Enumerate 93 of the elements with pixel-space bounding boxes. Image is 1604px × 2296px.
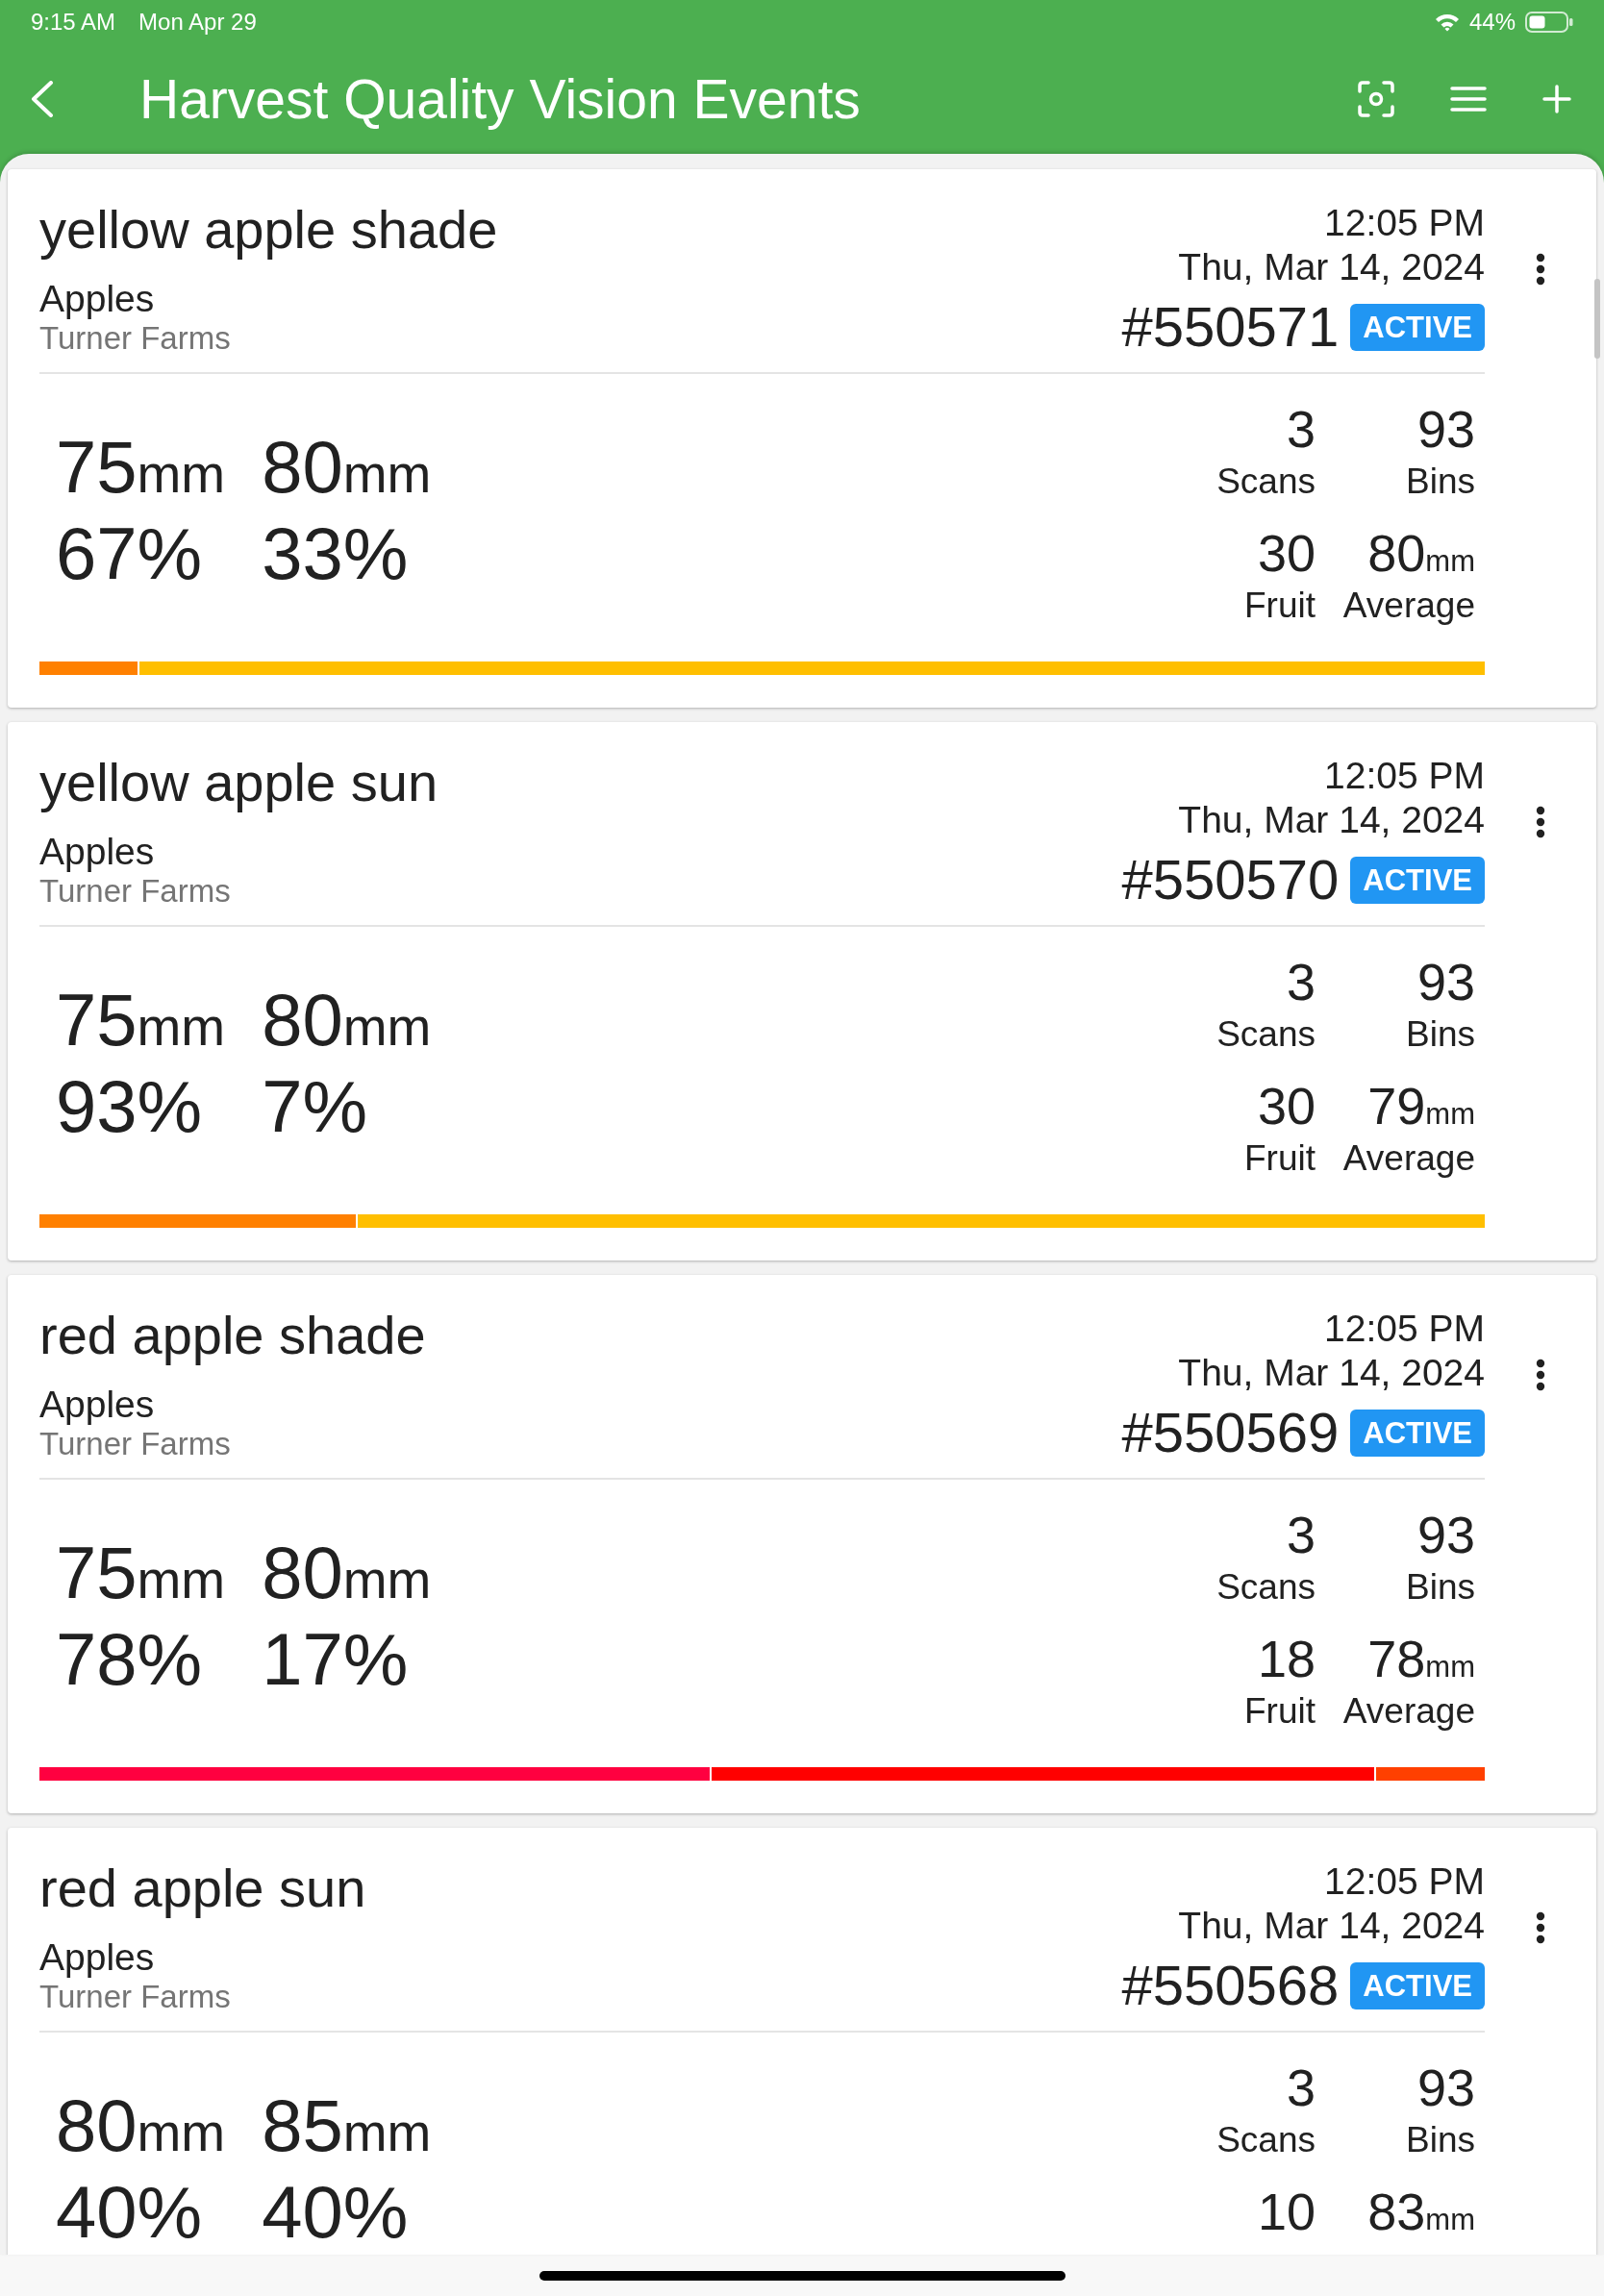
more-icon[interactable]	[1536, 253, 1545, 286]
more-icon[interactable]	[1536, 1359, 1545, 1391]
stat-label: Bins	[1405, 1013, 1475, 1056]
size-share: 40%	[56, 2170, 204, 2255]
stat-value: 93	[1416, 956, 1475, 1008]
size-share: 93%	[56, 1064, 204, 1149]
event-time: 12:05 PM	[1323, 1307, 1485, 1351]
size-share: 17%	[262, 1617, 410, 1702]
back-icon[interactable]	[31, 81, 54, 117]
status-date: Mon Apr 29	[138, 8, 257, 37]
event-title: red apple sun	[39, 1859, 366, 1917]
stat-label: Fruit	[1243, 585, 1316, 627]
event-date: Thu, Mar 14, 2024	[1177, 1351, 1485, 1395]
status-badge: ACTIVE	[1350, 856, 1485, 904]
stat-label: Fruit	[1243, 1137, 1316, 1180]
stat-value: 30	[1256, 527, 1316, 579]
stat-label: Scans	[1216, 1566, 1316, 1609]
battery-percent: 44%	[1468, 8, 1516, 37]
size-value: 75mm	[56, 1531, 226, 1615]
status-badge: ACTIVE	[1350, 303, 1485, 351]
stat-label: Fruit	[1243, 1690, 1316, 1733]
more-icon[interactable]	[1536, 806, 1545, 838]
stat-label: Average	[1341, 1137, 1475, 1180]
add-icon[interactable]	[1542, 85, 1571, 113]
event-date: Thu, Mar 14, 2024	[1177, 798, 1485, 842]
status-badge: ACTIVE	[1350, 1409, 1485, 1457]
event-time: 12:05 PM	[1323, 1859, 1485, 1904]
size-share: 78%	[56, 1617, 204, 1702]
event-time: 12:05 PM	[1323, 754, 1485, 798]
event-date: Thu, Mar 14, 2024	[1177, 1904, 1485, 1948]
size-value: 80mm	[262, 978, 432, 1062]
event-time: 12:05 PM	[1323, 201, 1485, 245]
battery-icon	[1525, 12, 1573, 33]
menu-icon[interactable]	[1450, 87, 1487, 112]
event-number: #550568	[1121, 1957, 1340, 2014]
event-date: Thu, Mar 14, 2024	[1177, 245, 1485, 289]
more-icon[interactable]	[1536, 1911, 1545, 1944]
event-title: yellow apple sun	[39, 754, 439, 811]
event-title: yellow apple shade	[39, 201, 498, 259]
stat-value: 80mm	[1366, 527, 1475, 579]
event-card[interactable]: red apple shade Apples Turner Farms 12:05 PM Thu, Mar 14, 2024 #550569 ACTIVE 75mm 78% 80mm 17% 3 Scans 93 Bins 18 Fruit 78mm Average	[8, 1275, 1596, 1813]
stat-value: 3	[1285, 1509, 1316, 1560]
stat-value: 93	[1416, 403, 1475, 455]
size-value: 85mm	[262, 2084, 432, 2168]
event-number: #550570	[1121, 851, 1340, 909]
scan-icon[interactable]	[1358, 81, 1394, 117]
stat-value: 78mm	[1366, 1633, 1475, 1685]
size-value: 80mm	[262, 425, 432, 510]
event-card[interactable]: red apple sun Apples Turner Farms 12:05 PM Thu, Mar 14, 2024 #550568 ACTIVE 80mm 40% 85mm 40% 3 Scans 93 Bins 10 83mm	[8, 1828, 1596, 2255]
grower-label: Turner Farms	[39, 1426, 232, 1462]
stat-value: 79mm	[1366, 1080, 1475, 1132]
stat-label: Bins	[1405, 1566, 1475, 1609]
stat-label: Bins	[1405, 461, 1475, 503]
commodity-label: Apples	[39, 1936, 156, 1979]
size-value: 75mm	[56, 425, 226, 510]
size-share: 40%	[262, 2170, 410, 2255]
event-number: #550569	[1121, 1404, 1340, 1461]
grower-label: Turner Farms	[39, 1979, 232, 2015]
stat-value: 30	[1256, 1080, 1316, 1132]
size-value: 75mm	[56, 978, 226, 1062]
stat-label: Scans	[1216, 461, 1316, 503]
size-share: 33%	[262, 512, 410, 596]
event-card[interactable]: yellow apple sun Apples Turner Farms 12:05 PM Thu, Mar 14, 2024 #550570 ACTIVE 75mm 93% 80mm 7% 3 Scans 93 Bins 30 Fruit 79mm Average	[8, 722, 1596, 1260]
stat-value: 93	[1416, 1509, 1475, 1560]
size-value: 80mm	[262, 1531, 432, 1615]
grower-label: Turner Farms	[39, 320, 232, 357]
size-value: 80mm	[56, 2084, 226, 2168]
commodity-label: Apples	[39, 278, 156, 320]
status-time: 9:15 AM	[31, 8, 116, 37]
stat-label: Scans	[1216, 2119, 1316, 2161]
stat-label: Scans	[1216, 1013, 1316, 1056]
event-number: #550571	[1121, 298, 1340, 356]
wifi-icon	[1434, 12, 1460, 32]
event-title: red apple shade	[39, 1307, 426, 1364]
stat-label: Bins	[1405, 2119, 1475, 2161]
stat-label: Average	[1341, 585, 1475, 627]
home-indicator[interactable]	[539, 2270, 1065, 2281]
grower-label: Turner Farms	[39, 873, 232, 910]
commodity-label: Apples	[39, 1384, 156, 1426]
stat-value: 93	[1416, 2061, 1475, 2113]
event-card[interactable]: yellow apple shade Apples Turner Farms 12:05 PM Thu, Mar 14, 2024 #550571 ACTIVE 75mm 67% 80mm 33% 3 Scans 93 Bins 30 Fruit 80mm Average	[8, 169, 1596, 708]
size-share: 7%	[262, 1064, 369, 1149]
commodity-label: Apples	[39, 831, 156, 873]
stat-value: 10	[1256, 2185, 1316, 2237]
status-badge: ACTIVE	[1350, 1961, 1485, 2009]
size-share: 67%	[56, 512, 204, 596]
page-title: Harvest Quality Vision Events	[139, 67, 862, 131]
stat-value: 83mm	[1366, 2185, 1475, 2237]
stat-label: Average	[1341, 1690, 1475, 1733]
stat-value: 18	[1256, 1633, 1316, 1685]
stat-value: 3	[1285, 403, 1316, 455]
stat-value: 3	[1285, 2061, 1316, 2113]
stat-value: 3	[1285, 956, 1316, 1008]
